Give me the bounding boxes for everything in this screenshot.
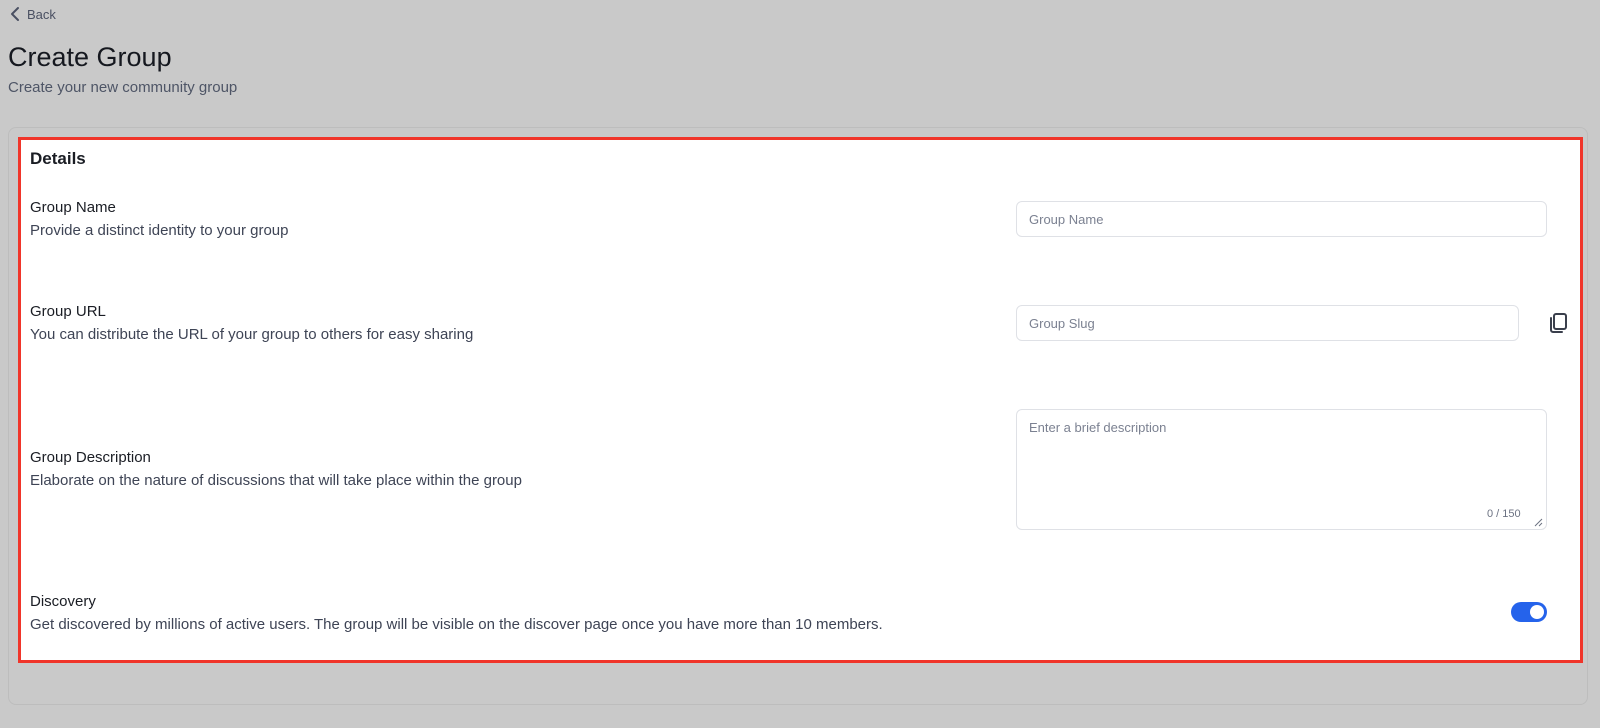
group-slug-input[interactable]: [1016, 305, 1519, 341]
back-link[interactable]: Back: [9, 6, 56, 22]
chevron-left-icon: [11, 7, 19, 21]
copy-url-button[interactable]: [1546, 311, 1570, 335]
copy-icon: [1550, 313, 1567, 333]
page-title: Create Group: [8, 42, 172, 72]
group-name-description: Provide a distinct identity to your grou…: [30, 222, 289, 239]
group-url-label: Group URL: [30, 303, 106, 320]
page-subtitle: Create your new community group: [8, 79, 238, 96]
discovery-description: Get discovered by millions of active use…: [30, 616, 883, 633]
group-description-label: Group Description: [30, 449, 151, 466]
character-counter: 0 / 150: [1487, 508, 1521, 520]
discovery-toggle[interactable]: [1511, 602, 1547, 622]
group-url-description: You can distribute the URL of your group…: [30, 326, 474, 343]
group-description-textarea[interactable]: [1016, 409, 1547, 530]
group-name-input[interactable]: [1016, 201, 1547, 237]
discovery-label: Discovery: [30, 593, 96, 610]
section-title-details: Details: [30, 149, 86, 168]
toggle-knob: [1530, 605, 1544, 619]
details-panel: Details Group Name Provide a distinct id…: [18, 137, 1583, 663]
back-label: Back: [27, 6, 56, 22]
group-description-text: Elaborate on the nature of discussions t…: [30, 472, 522, 489]
group-name-label: Group Name: [30, 199, 116, 216]
resize-handle-icon[interactable]: [1534, 518, 1543, 527]
